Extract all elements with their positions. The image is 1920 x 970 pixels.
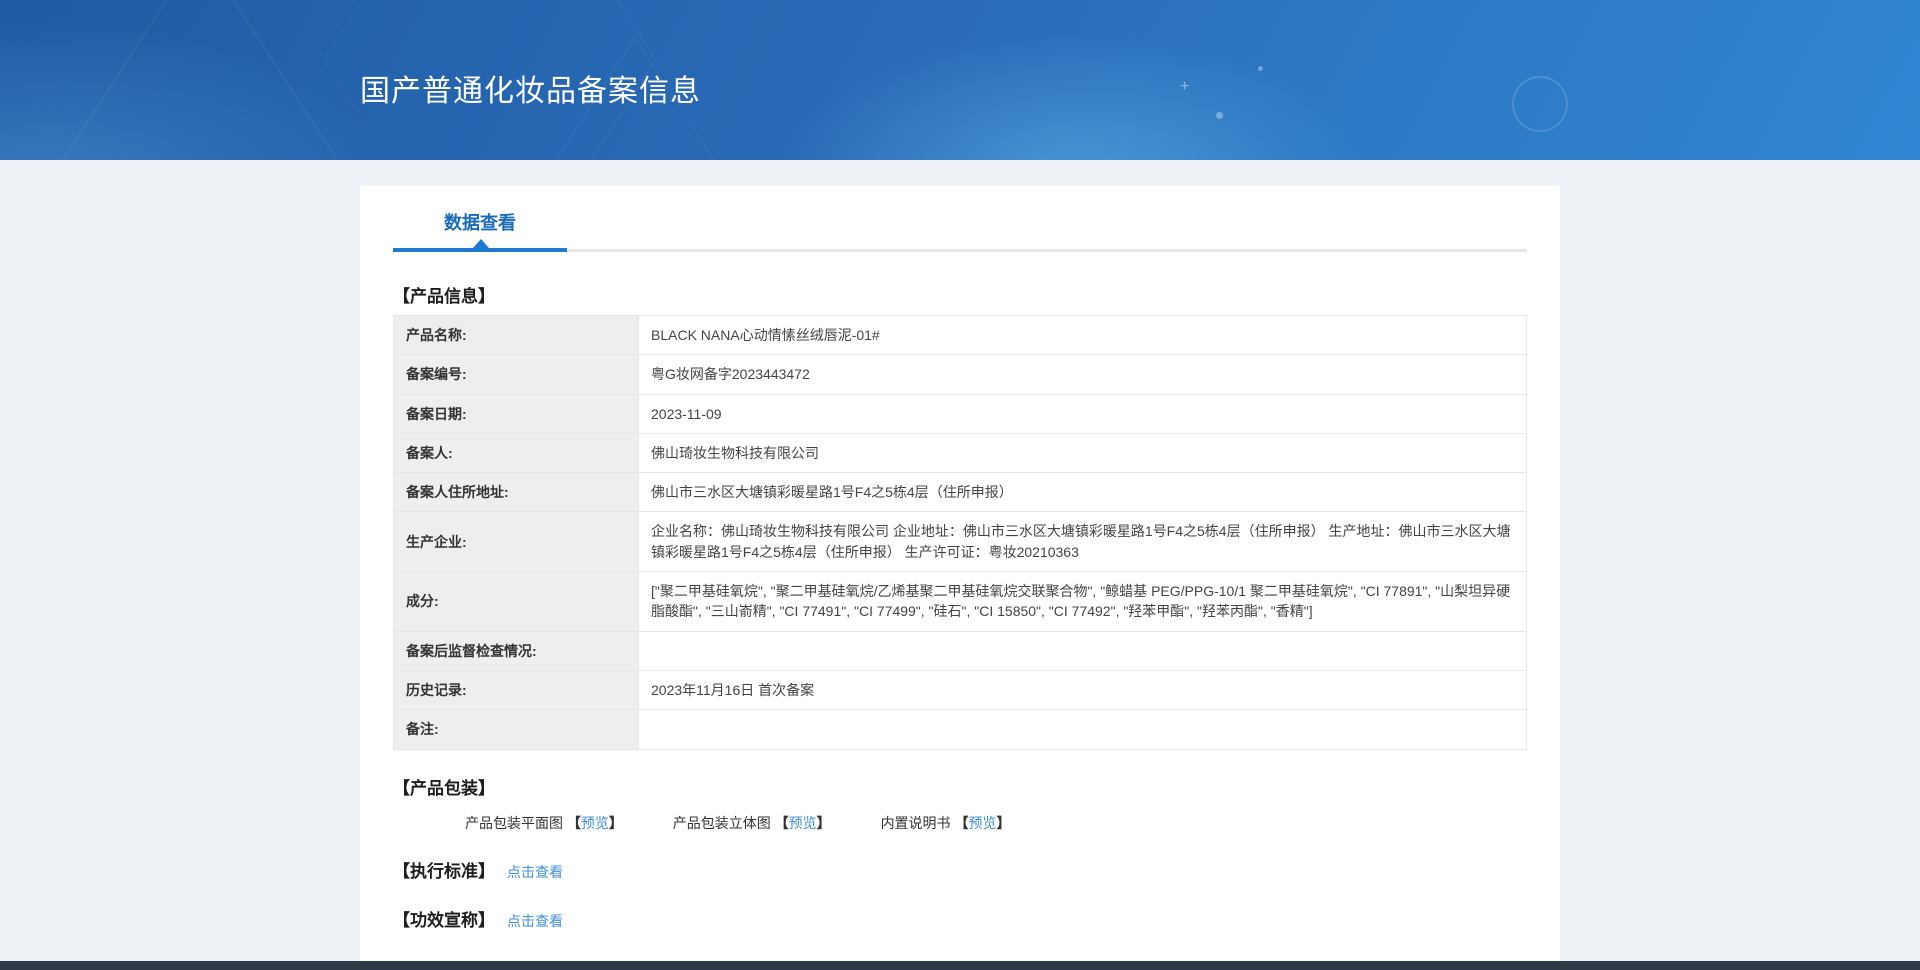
field-value [638,709,1527,750]
bracket-open: 【 [566,814,581,831]
row-registrant-address: 备案人住所地址: 佛山市三水区大塘镇彩暖星路1号F4之5栋4层（住所申报） [393,472,1527,513]
row-history: 历史记录: 2023年11月16日 首次备案 [393,669,1527,711]
active-tab-underline [393,248,567,252]
field-label: 生产企业: [393,511,639,573]
row-remarks: 备注: [393,709,1527,750]
field-label: 备案日期: [393,393,639,434]
field-label: 备案后监督检查情况: [393,630,639,671]
bracket-close: 】 [816,814,831,831]
page-header: + 国产普通化妆品备案信息 [0,0,1920,160]
field-value: 2023年11月16日 首次备案 [638,669,1527,711]
dot-decoration [1216,112,1223,119]
field-label: 历史记录: [393,669,639,711]
preview-link-manual[interactable]: 预览 [968,815,996,831]
product-info-table: 产品名称: BLACK NANA心动情愫丝绒唇泥-01# 备案编号: 粤G妆网备… [393,314,1527,750]
row-product-name: 产品名称: BLACK NANA心动情愫丝绒唇泥-01# [393,314,1527,356]
field-label: 备案人住所地址: [393,472,639,513]
bracket-close: 】 [608,814,623,831]
field-label: 备注: [393,709,639,750]
field-label: 产品名称: [393,314,639,356]
bracket-open: 【 [954,814,969,831]
field-value [638,630,1527,671]
packaging-item-3d: 产品包装立体图 【预览】 [673,815,835,831]
row-manufacturer: 生产企业: 企业名称：佛山琦妆生物科技有限公司 企业地址：佛山市三水区大塘镇彩暖… [393,511,1527,573]
field-value: ["聚二甲基硅氧烷", "聚二甲基硅氧烷/乙烯基聚二甲基硅氧烷交联聚合物", "… [638,571,1527,632]
packaging-item-label: 产品包装立体图 [672,814,771,831]
section-packaging-title: 【产品包装】 [393,778,495,798]
exec-standard-title: 【执行标准】 [393,861,495,881]
preview-link-flat[interactable]: 预览 [581,815,609,831]
preview-link-3d[interactable]: 预览 [789,815,817,831]
exec-standard-view-link[interactable]: 点击查看 [507,864,563,880]
field-value: 企业名称：佛山琦妆生物科技有限公司 企业地址：佛山市三水区大塘镇彩暖星路1号F4… [638,511,1527,573]
field-value: 佛山市三水区大塘镇彩暖星路1号F4之5栋4层（住所申报） [638,472,1527,513]
packaging-item-label: 产品包装平面图 [465,814,563,831]
bottom-dark-bar [0,961,1920,970]
row-record-date: 备案日期: 2023-11-09 [393,393,1527,434]
bracket-close: 】 [996,814,1011,831]
content-card: 数据查看 【产品信息】 产品名称: BLACK NANA心动情愫丝绒唇泥-01#… [360,186,1560,970]
field-label: 备案编号: [393,354,639,395]
tab-data-view[interactable]: 数据查看 [393,209,567,235]
field-value: BLACK NANA心动情愫丝绒唇泥-01# [638,314,1527,356]
packaging-item-flat: 产品包装平面图 【预览】 [465,815,627,831]
efficacy-claim-row: 【功效宣称】 点击查看 [393,906,1527,931]
field-value: 粤G妆网备字2023443472 [638,354,1527,395]
row-record-number: 备案编号: 粤G妆网备字2023443472 [393,354,1527,395]
page-title: 国产普通化妆品备案信息 [360,75,701,108]
active-tab-arrow [473,239,489,248]
section-product-info-title: 【产品信息】 [393,287,495,306]
row-supervision: 备案后监督检查情况: [393,630,1527,671]
field-value: 佛山琦妆生物科技有限公司 [638,432,1527,474]
packaging-links-row: 产品包装平面图 【预览】 产品包装立体图 【预览】 内置说明书 【预览】 [465,813,1527,833]
bracket-open: 【 [774,814,789,831]
efficacy-claim-view-link[interactable]: 点击查看 [507,913,563,929]
dot-decoration [1258,66,1263,71]
ring-decoration [1512,76,1568,132]
tab-bar: 数据查看 [393,186,1527,252]
packaging-item-manual: 内置说明书 【预览】 [881,815,1011,831]
field-label: 成分: [393,571,639,632]
cube-decoration [55,0,345,160]
field-value: 2023-11-09 [638,393,1527,434]
field-label: 备案人: [393,432,639,474]
row-ingredients: 成分: ["聚二甲基硅氧烷", "聚二甲基硅氧烷/乙烯基聚二甲基硅氧烷交联聚合物… [393,571,1527,632]
packaging-item-label: 内置说明书 [880,814,951,831]
efficacy-claim-title: 【功效宣称】 [393,910,495,930]
row-registrant: 备案人: 佛山琦妆生物科技有限公司 [393,432,1527,474]
plus-decoration: + [1180,78,1190,95]
exec-standard-row: 【执行标准】 点击查看 [393,857,1527,882]
